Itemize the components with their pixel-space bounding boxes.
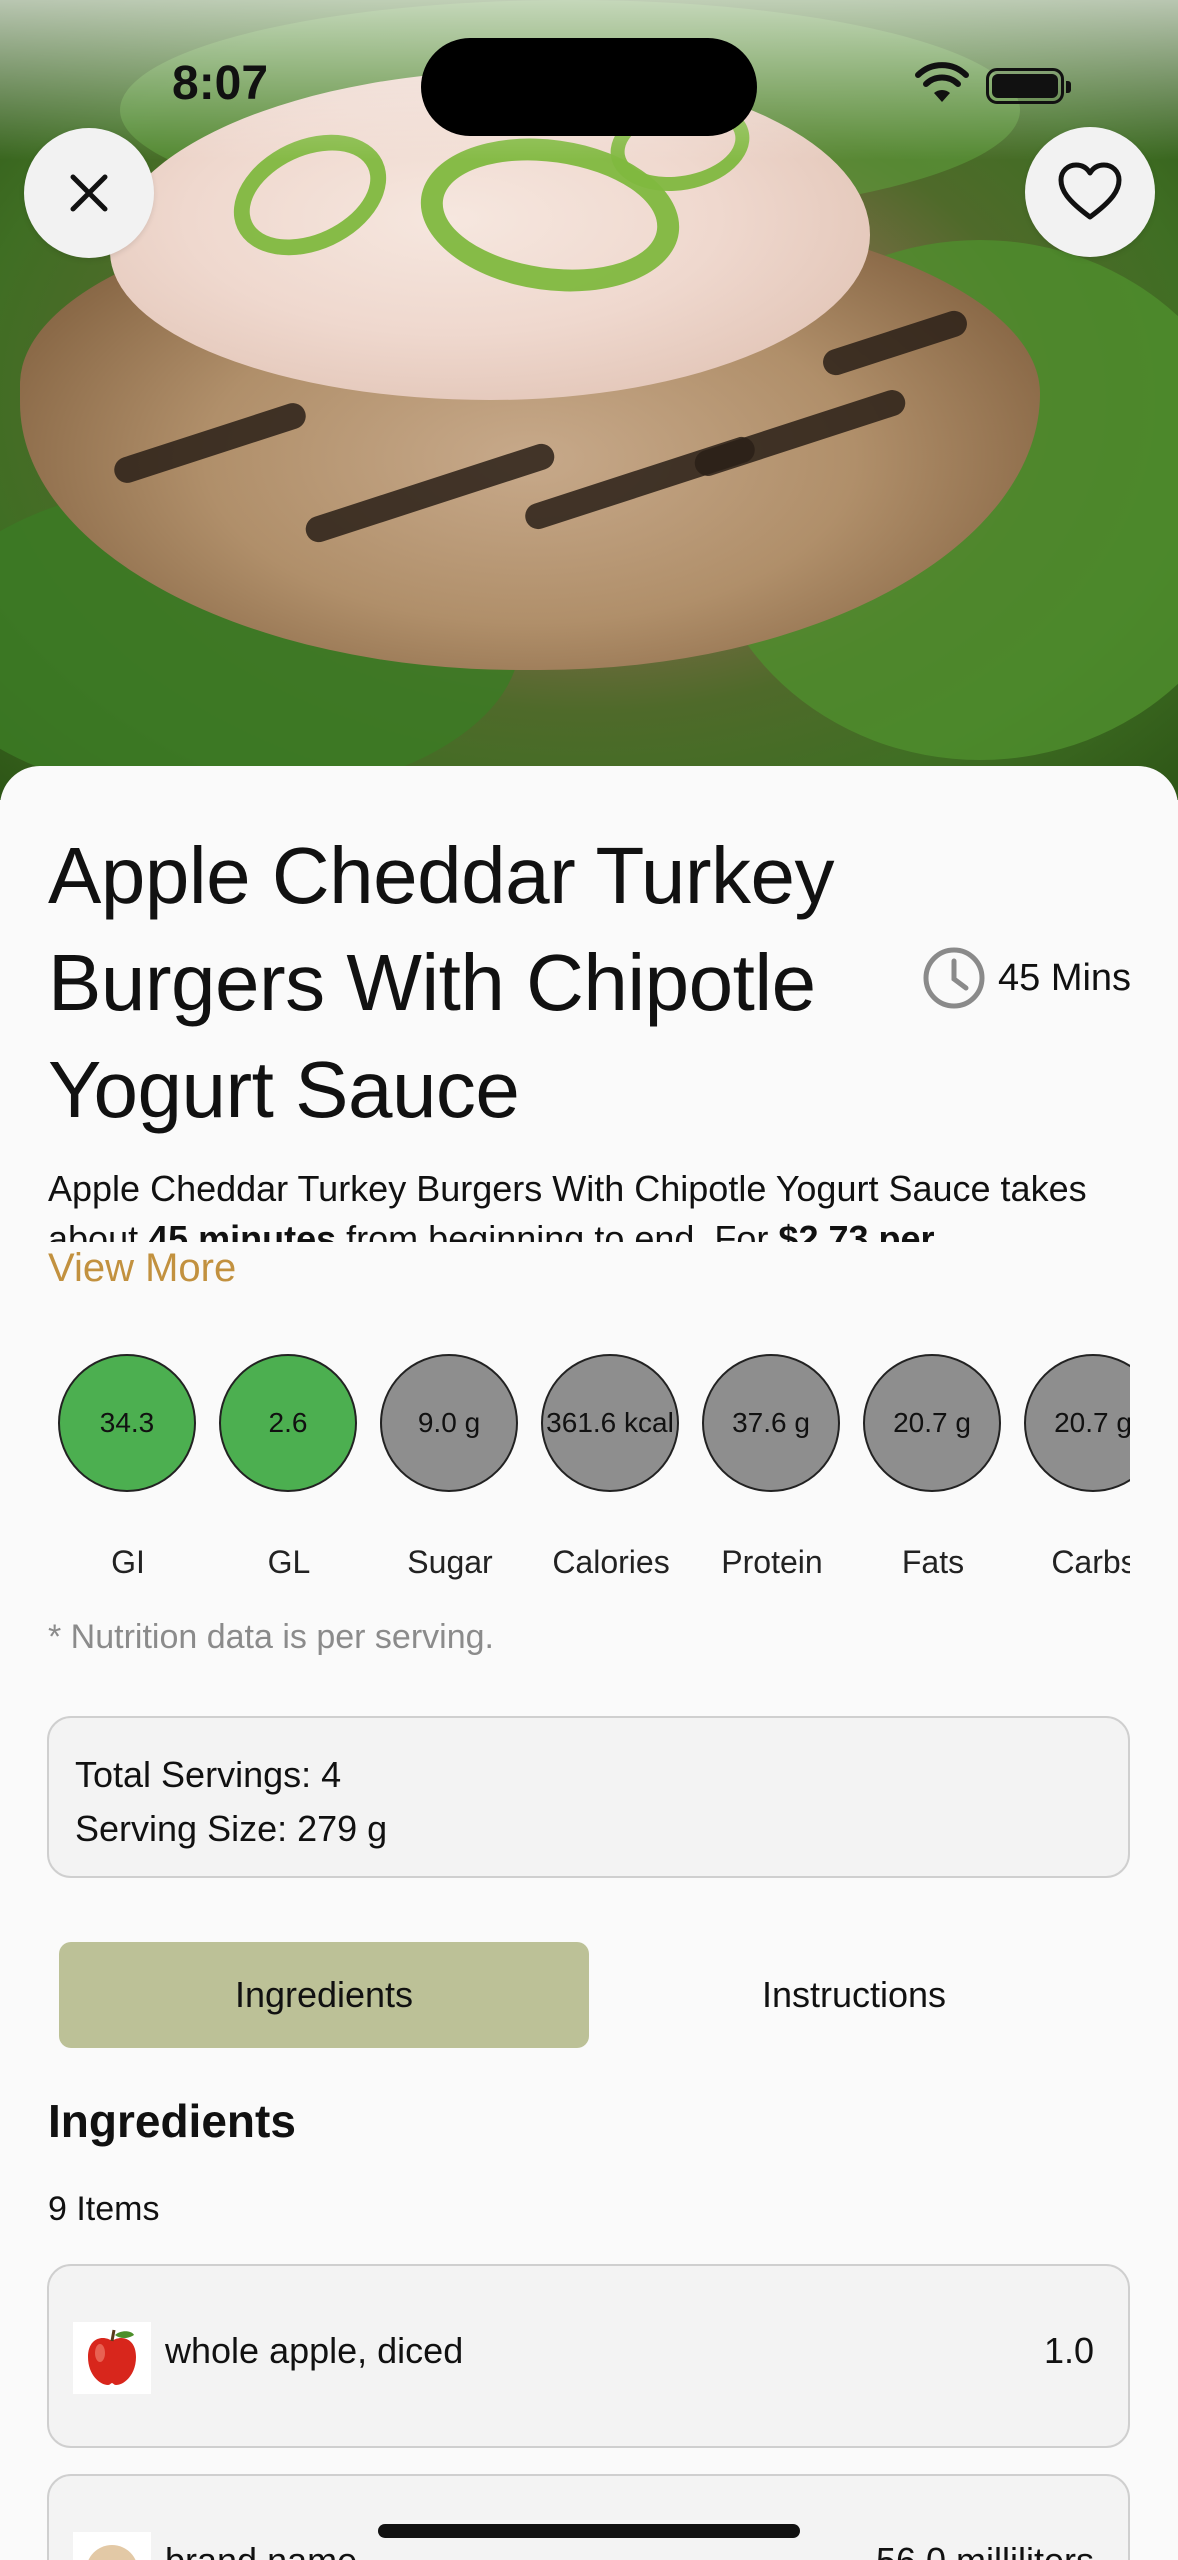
total-servings: Total Servings: 4 (75, 1754, 342, 1795)
servings-box: Total Servings: 4 Serving Size: 279 g (47, 1716, 1130, 1878)
nutrition-label: Calories (552, 1544, 670, 1580)
nutrition-item: 37.6 g Protein (702, 1354, 842, 1580)
serving-size: Serving Size: 279 g (75, 1808, 388, 1849)
nutrition-value-circle: 2.6 (219, 1354, 357, 1492)
status-time: 8:07 (172, 57, 269, 110)
apple-icon (73, 2322, 151, 2394)
favorite-button[interactable] (1025, 127, 1155, 257)
nutrition-label: Sugar (407, 1544, 493, 1580)
nutrition-label: GI (111, 1544, 145, 1580)
nutrition-item: 2.6 GL (219, 1354, 359, 1580)
ingredients-count: 9 Items (48, 2190, 160, 2228)
ingredient-qty: 56.0 milliliters (876, 2540, 1094, 2560)
list-item[interactable]: brand name 56.0 milliliters (47, 2474, 1130, 2560)
nutrition-note: * Nutrition data is per serving. (48, 1618, 494, 1656)
recipe-title: Apple Cheddar Turkey Burgers With Chipot… (48, 831, 835, 1134)
nutrition-value-circle: 9.0 g (380, 1354, 518, 1492)
cook-time: 45 Mins (922, 946, 1131, 1010)
ingredient-thumb-icon (73, 2532, 151, 2560)
ingredient-name: whole apple, diced (165, 2330, 464, 2371)
nutrition-item: 361.6 kcal Calories (541, 1354, 681, 1580)
tab-instructions[interactable]: Instructions (589, 1942, 1119, 2048)
home-indicator[interactable] (378, 2524, 800, 2538)
nutrition-value-circle: 20.7 g (1024, 1354, 1130, 1492)
nutrition-value-circle: 20.7 g (863, 1354, 1001, 1492)
ingredient-qty: 1.0 (1043, 2330, 1094, 2371)
ingredients-heading: Ingredients (48, 2095, 296, 2147)
list-item[interactable]: whole apple, diced 1.0 (47, 2264, 1130, 2448)
nutrition-item: 20.7 g Fats (863, 1354, 1003, 1580)
close-icon (70, 174, 108, 212)
nutrition-label: Fats (901, 1544, 965, 1580)
cook-time-text: 45 Mins (998, 956, 1132, 999)
close-button[interactable] (24, 128, 154, 258)
nutrition-value-circle: 361.6 kcal (541, 1354, 679, 1492)
wifi-icon (915, 62, 969, 102)
nutrition-value-circle: 37.6 g (702, 1354, 840, 1492)
nutrition-row[interactable]: 34.3 GI 2.6 GL 9.0 g Sugar 361.6 kcal Calories 3… (58, 1354, 1130, 1594)
nutrition-item: 20.7 g Carbs (1024, 1354, 1130, 1580)
nutrition-value-circle: 34.3 (58, 1354, 196, 1492)
heart-icon (1058, 162, 1122, 220)
tab-ingredients[interactable]: Ingredients (59, 1942, 589, 2048)
ingredient-name: brand name (165, 2540, 357, 2560)
nutrition-label: Carbs (1051, 1544, 1130, 1580)
clock-icon (923, 947, 985, 1009)
nutrition-label: GL (267, 1544, 311, 1580)
battery-icon (986, 68, 1071, 104)
status-bar: 8:07 (0, 0, 1178, 170)
dynamic-island (421, 38, 757, 136)
nutrition-item: 9.0 g Sugar (380, 1354, 520, 1580)
nutrition-item: 34.3 GI (58, 1354, 198, 1580)
recipe-description: Apple Cheddar Turkey Burgers With Chipot… (48, 1168, 1087, 1242)
view-more-link[interactable]: View More (48, 1246, 236, 1291)
nutrition-label: Protein (721, 1544, 823, 1580)
